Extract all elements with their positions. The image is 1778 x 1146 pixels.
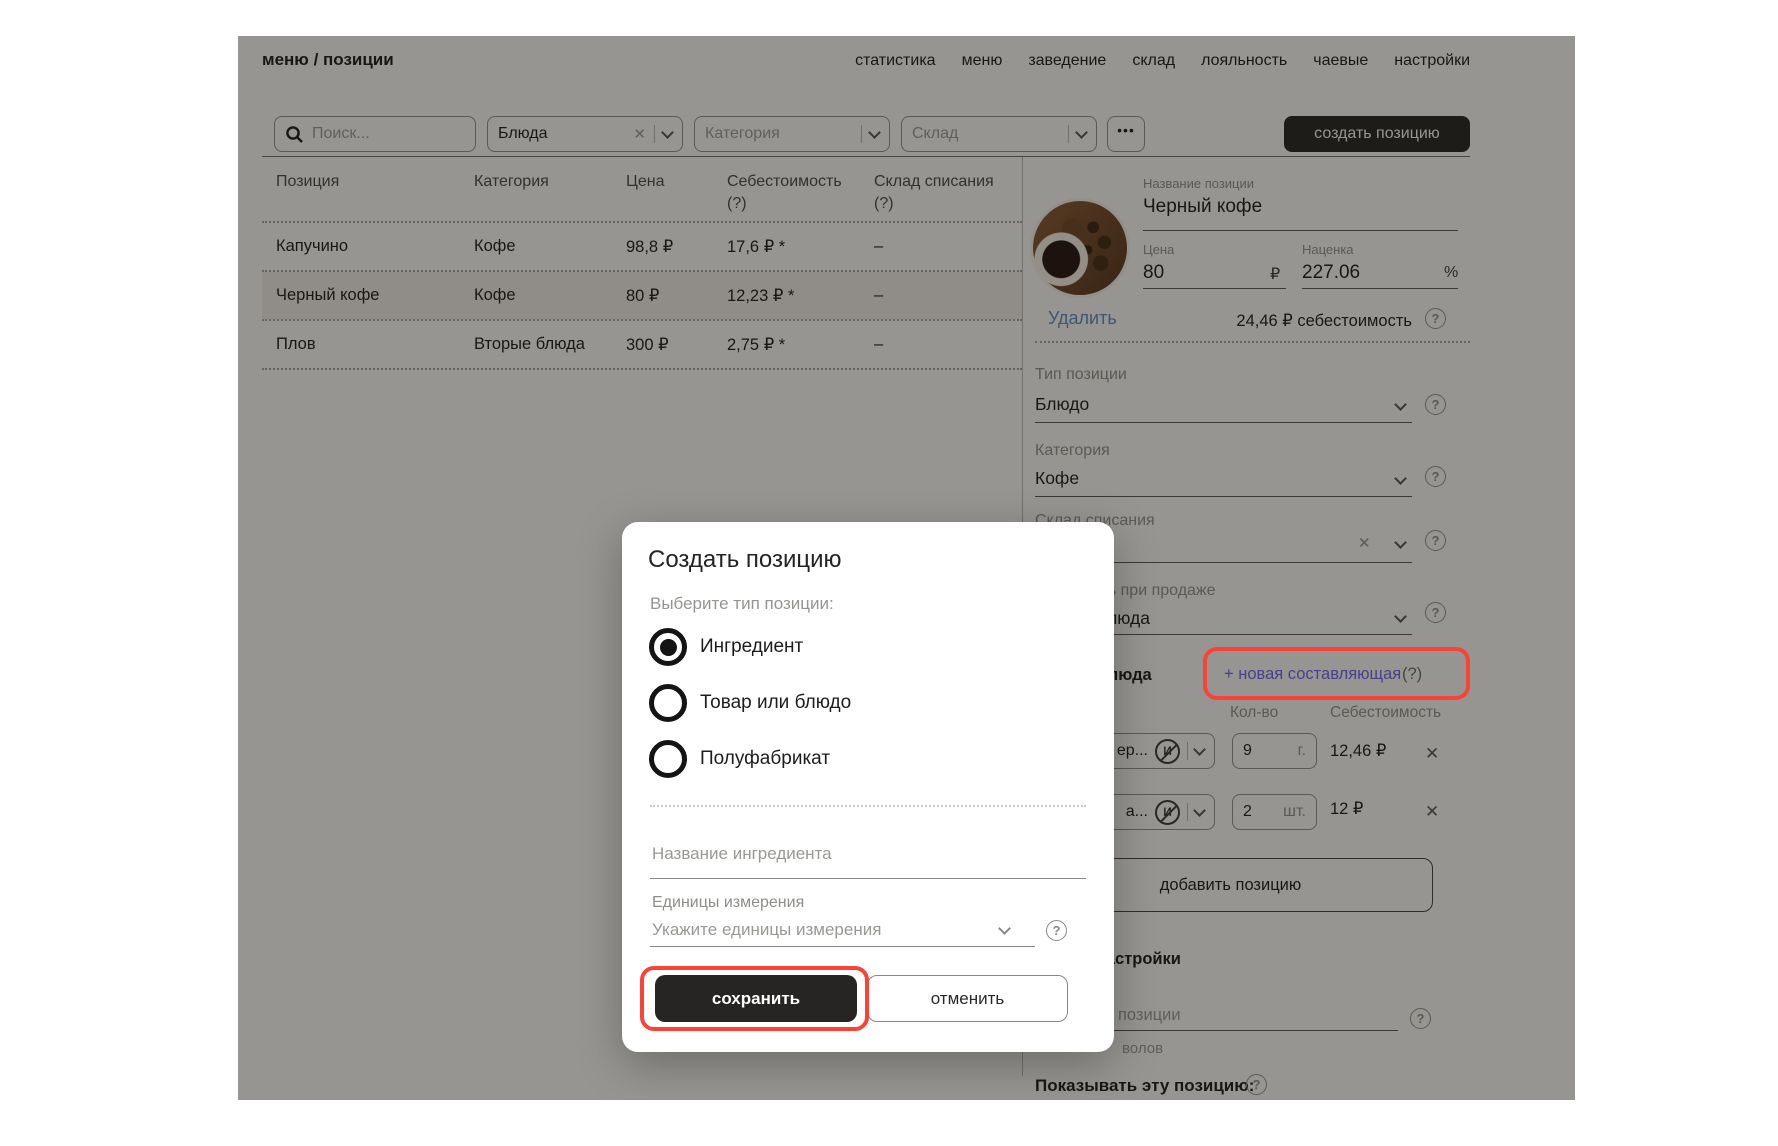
app-window: меню / позиции статистика меню заведение… (238, 36, 1575, 1100)
cancel-button[interactable]: отменить (867, 975, 1068, 1022)
unit-label: Единицы измерения (652, 894, 804, 912)
radio-icon[interactable] (649, 740, 687, 778)
modal-subtitle: Выберите тип позиции: (650, 594, 834, 614)
unit-underline (650, 946, 1035, 947)
radio-label: Товар или блюдо (700, 692, 851, 714)
radio-option-semifinished[interactable]: Полуфабрикат (649, 740, 830, 778)
unit-select[interactable]: Укажите единицы измерения (652, 920, 881, 940)
modal-separator (650, 805, 1086, 807)
radio-label: Ингредиент (700, 636, 803, 658)
radio-option-product[interactable]: Товар или блюдо (649, 684, 851, 722)
chevron-down-icon (998, 922, 1011, 935)
radio-option-ingredient[interactable]: Ингредиент (649, 628, 803, 666)
unit-help-icon[interactable]: ? (1046, 920, 1067, 941)
ingredient-name-input[interactable]: Название ингредиента (652, 844, 832, 864)
modal-title: Создать позицию (648, 546, 842, 574)
radio-selected-icon[interactable] (649, 628, 687, 666)
name-input-underline (650, 878, 1086, 879)
create-position-modal: Создать позицию Выберите тип позиции: Ин… (622, 522, 1114, 1052)
save-button[interactable]: сохранить (655, 975, 857, 1022)
radio-label: Полуфабрикат (700, 748, 830, 770)
radio-icon[interactable] (649, 684, 687, 722)
